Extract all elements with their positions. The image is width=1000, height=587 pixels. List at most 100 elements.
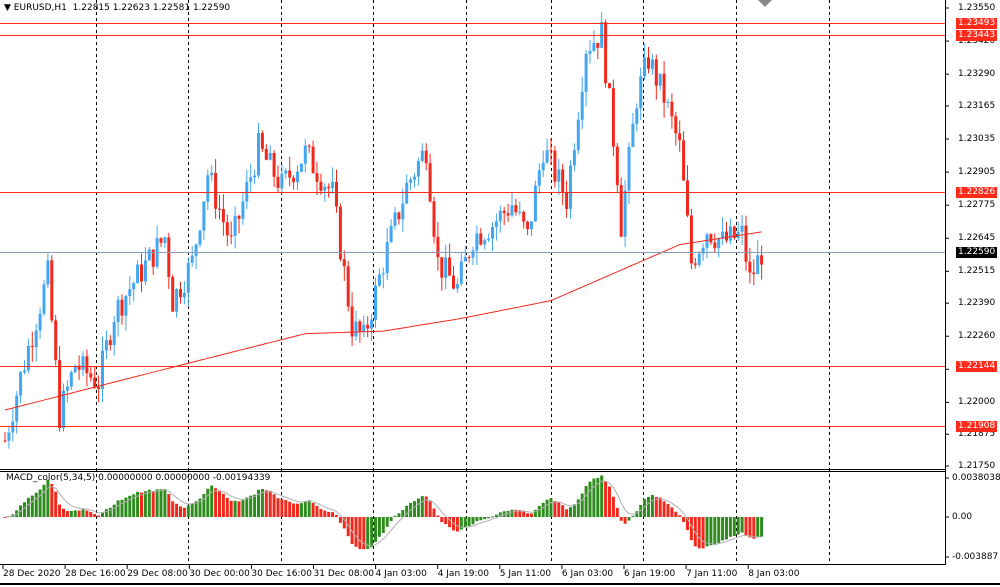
candle (62, 383, 65, 432)
macd-bar (366, 517, 370, 549)
macd-bar (42, 484, 46, 517)
candle (358, 319, 362, 343)
candle (237, 214, 241, 234)
candle (229, 221, 233, 245)
candle (175, 287, 179, 318)
macd-bar (615, 507, 619, 517)
macd-bar (303, 501, 307, 517)
candle (576, 111, 580, 154)
macd-bar (389, 517, 393, 522)
candle (565, 180, 569, 218)
candle (475, 225, 479, 265)
candle (662, 61, 666, 118)
candle (401, 188, 405, 232)
price-axis-label: 1.22260 (958, 331, 996, 342)
candle (81, 351, 85, 377)
candle (303, 138, 307, 173)
candle (194, 243, 198, 270)
candle (225, 214, 229, 247)
macd-bar (381, 517, 385, 533)
price-axis-label: 1.23035 (958, 134, 996, 145)
macd-bar (682, 517, 686, 523)
candle (50, 255, 54, 323)
candle (23, 360, 26, 375)
candle (112, 316, 116, 356)
macd-bar (23, 502, 26, 517)
candle (221, 194, 225, 236)
candle (311, 140, 315, 174)
candle (140, 253, 143, 293)
candle (284, 167, 288, 179)
candle (319, 173, 323, 195)
candle (327, 183, 331, 198)
macd-bar (670, 507, 674, 517)
candle (549, 138, 553, 165)
trade-shift-icon[interactable] (758, 0, 772, 7)
macd-bar (50, 483, 54, 517)
macd-bar (557, 501, 561, 517)
macd-bar (756, 517, 760, 538)
macd-bar (264, 490, 268, 517)
macd-bar (167, 493, 171, 517)
candle (46, 253, 50, 289)
macd-bar (214, 488, 218, 517)
candle (210, 164, 214, 182)
candle (491, 222, 494, 252)
candle (85, 349, 89, 387)
macd-bar (377, 517, 381, 537)
macd-bar (210, 485, 214, 517)
candle (658, 73, 662, 91)
macd-bar (370, 517, 374, 548)
candle (440, 257, 444, 291)
macd-bar (748, 517, 752, 538)
candle (436, 222, 440, 271)
candle (241, 191, 245, 225)
candle (268, 145, 272, 161)
candle (654, 54, 658, 100)
candle (307, 144, 311, 153)
candle (760, 245, 764, 280)
candle (553, 146, 557, 188)
macd-bar (545, 499, 549, 517)
macd-bar (284, 500, 288, 517)
macd-bar (34, 492, 38, 517)
candle (272, 150, 276, 187)
macd-bar (674, 511, 678, 517)
macd-bar (30, 495, 34, 517)
candle (721, 217, 725, 245)
macd-bar (393, 515, 397, 517)
candle (526, 220, 530, 236)
candle (58, 345, 62, 432)
candle (315, 161, 319, 195)
low-value: 1.22581 (152, 3, 191, 13)
macd-bar (311, 502, 315, 517)
candle (413, 172, 416, 188)
candle (159, 237, 163, 248)
candle (514, 198, 518, 216)
macd-bar (245, 497, 249, 517)
macd-bar (580, 493, 584, 517)
macd-bar (147, 489, 151, 517)
candle (580, 76, 584, 130)
macd-bar (526, 513, 530, 517)
dropdown-icon[interactable]: ▼ (4, 3, 11, 13)
candle (537, 163, 541, 194)
candle (362, 315, 366, 338)
candle (34, 323, 38, 362)
macd-bar (569, 507, 572, 517)
macd-bar (475, 517, 479, 522)
macd-value-2: 0.00000000 (155, 473, 210, 483)
macd-bar (455, 517, 459, 532)
candle (639, 67, 643, 121)
price-chart[interactable] (0, 0, 1000, 587)
macd-bar (572, 504, 576, 517)
candle (506, 203, 510, 223)
candle (428, 153, 432, 203)
candle (604, 19, 608, 88)
level-price-tag: 1.23493 (956, 17, 998, 29)
macd-bar (233, 500, 237, 517)
level-price-tag: 1.21908 (956, 420, 998, 432)
macd-axis-label: -0.003887 (952, 552, 999, 562)
macd-bar (225, 497, 229, 517)
macd-bar (662, 501, 666, 517)
